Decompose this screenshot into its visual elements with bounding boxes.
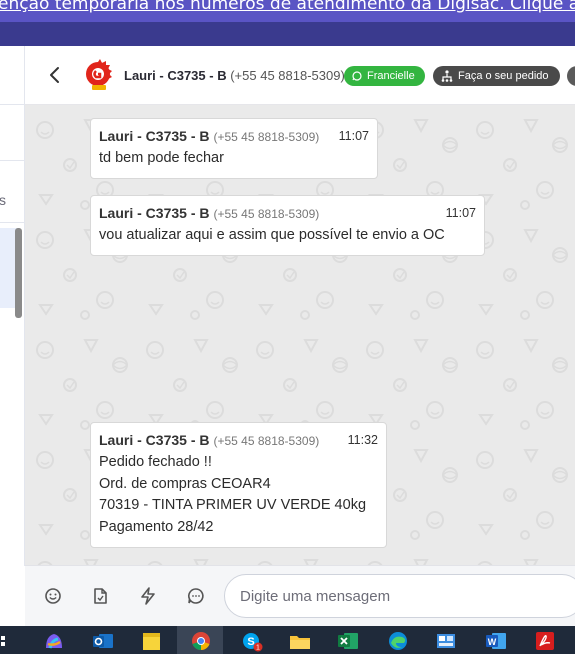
svg-text:S: S [247, 636, 254, 648]
edge-icon[interactable] [386, 630, 410, 652]
sidebar-scrollbar[interactable] [15, 228, 22, 318]
message-text: vou atualizar aqui e assim que possível … [99, 227, 445, 243]
contact-phone: (+55 45 8818-5309) [230, 68, 345, 83]
message-bubble[interactable]: Lauri - C3735 - B (+55 45 8818-5309) 11:0… [90, 118, 378, 179]
sidebar-partial-label: s [0, 192, 6, 208]
message-sender-phone: (+55 45 8818-5309) [213, 130, 320, 144]
order-button[interactable]: Faça o seu pedido [433, 66, 560, 86]
message-bubble[interactable]: Lauri - C3735 - B (+55 45 8818-5309) 11:3… [90, 422, 387, 548]
sidebar-divider [0, 104, 24, 105]
sidebar-divider [0, 222, 24, 223]
chat-header: Lauri - C3735 - B (+55 45 8818-5309) Fra… [25, 46, 575, 105]
sticky-notes-icon[interactable] [140, 630, 164, 652]
svg-text:W: W [488, 637, 497, 647]
message-header: Lauri - C3735 - B (+55 45 8818-5309) 11:3… [99, 432, 378, 452]
more-actions-button[interactable] [567, 66, 575, 86]
app-top-bar [0, 22, 575, 46]
contact-title: Lauri - C3735 - B (+55 45 8818-5309) [124, 68, 345, 83]
agent-badge-label: Francielle [367, 70, 415, 82]
message-text: Pedido fechado !! [99, 454, 212, 470]
message-sender-phone: (+55 45 8818-5309) [213, 207, 320, 221]
message-text: 70319 - TINTA PRIMER UV VERDE 40kg [99, 497, 367, 513]
message-header: Lauri - C3735 - B (+55 45 8818-5309) 11:0… [99, 128, 369, 148]
message-header: Lauri - C3735 - B (+55 45 8818-5309) 11:0… [99, 205, 476, 225]
message-input[interactable] [224, 574, 575, 618]
agent-badge[interactable]: Francielle [344, 66, 425, 86]
skype-notification-count: 1 [256, 645, 260, 652]
chrome-icon[interactable] [189, 630, 213, 652]
message-text: Pagamento 28/42 [99, 518, 214, 535]
message-sender: Lauri - C3735 - B [99, 128, 210, 144]
skype-icon[interactable]: S1 [240, 630, 264, 652]
quick-reply-icon[interactable] [138, 586, 158, 606]
task-view-icon[interactable] [0, 630, 8, 652]
control-panel-icon[interactable] [434, 630, 458, 652]
outlook-icon[interactable] [91, 630, 115, 652]
chat-bubble-icon[interactable] [186, 586, 206, 606]
message-time: 11:32 [347, 433, 378, 447]
whatsapp-icon [352, 71, 362, 81]
conversation-sidebar: s [0, 46, 25, 566]
message-text: Ord. de compras CEOAR4 [99, 475, 271, 492]
message-sender-phone: (+55 45 8818-5309) [213, 434, 320, 448]
windows-taskbar: S1 W [0, 626, 575, 654]
back-icon[interactable] [45, 64, 65, 86]
emoji-icon[interactable] [43, 586, 63, 606]
excel-icon[interactable] [336, 630, 360, 652]
order-button-label: Faça o seu pedido [458, 70, 549, 82]
contact-avatar[interactable] [83, 59, 115, 91]
copilot-icon[interactable] [42, 630, 66, 652]
message-time: 11:07 [445, 206, 476, 220]
sidebar-divider [0, 160, 24, 161]
attachment-icon[interactable] [90, 586, 110, 606]
acrobat-icon[interactable] [533, 630, 557, 652]
file-explorer-icon[interactable] [288, 630, 312, 652]
message-sender: Lauri - C3735 - B [99, 432, 210, 448]
chat-messages-area[interactable]: Lauri - C3735 - B (+55 45 8818-5309) 11:0… [25, 105, 575, 565]
notice-banner-link[interactable]: enção temporária nos números de atendime… [0, 0, 575, 14]
message-composer [25, 565, 575, 626]
word-icon[interactable]: W [484, 630, 508, 652]
message-time: 11:07 [338, 129, 369, 143]
message-bubble[interactable]: Lauri - C3735 - B (+55 45 8818-5309) 11:0… [90, 195, 485, 256]
notice-banner[interactable]: enção temporária nos números de atendime… [0, 0, 575, 22]
message-sender: Lauri - C3735 - B [99, 205, 210, 221]
contact-name: Lauri - C3735 - B [124, 68, 227, 83]
message-text: td bem pode fechar [99, 150, 224, 166]
network-icon [441, 70, 453, 82]
